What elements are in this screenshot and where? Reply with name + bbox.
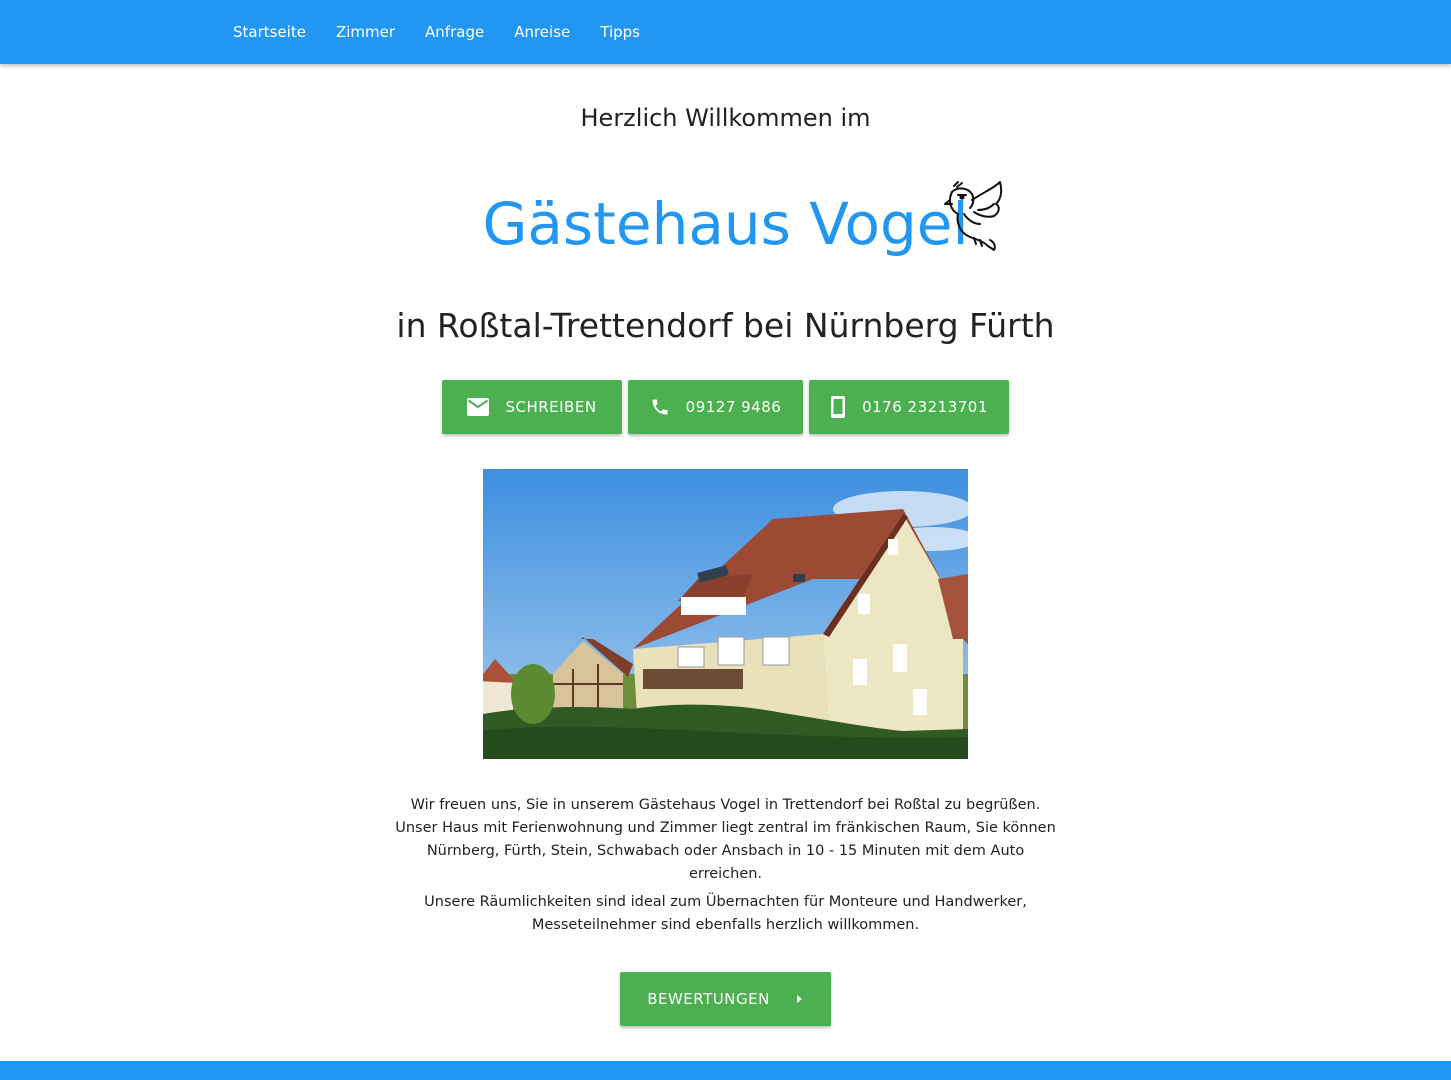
top-navbar: Startseite Zimmer Anfrage Anreise Tipps xyxy=(0,0,1451,64)
reviews-button[interactable]: BEWERTUNGEN xyxy=(620,972,831,1026)
write-email-label: SCHREIBEN xyxy=(505,398,597,416)
nav-item: Zimmer xyxy=(321,0,410,64)
reviews-button-label: BEWERTUNGEN xyxy=(647,990,770,1008)
phone-button[interactable]: 09127 9486 xyxy=(628,380,803,434)
footer-bar xyxy=(0,1061,1451,1080)
nav-item: Startseite xyxy=(218,0,321,64)
mobile-phone-label: 0176 23213701 xyxy=(862,398,988,416)
nav-link-startseite[interactable]: Startseite xyxy=(218,0,321,64)
email-icon xyxy=(467,398,490,416)
brand-title: Gästehaus Vogel xyxy=(0,186,1451,258)
nav-link-anreise[interactable]: Anreise xyxy=(499,0,585,64)
nav-item: Anreise xyxy=(499,0,585,64)
guesthouse-photo xyxy=(483,469,968,759)
bird-logo-icon xyxy=(944,181,1003,251)
mobile-phone-button[interactable]: 0176 23213701 xyxy=(809,380,1009,434)
phone-label: 09127 9486 xyxy=(685,398,782,416)
nav-item: Tipps xyxy=(585,0,655,64)
location-subtitle: in Roßtal-Trettendorf bei Nürnberg Fürth xyxy=(396,306,1055,345)
workers-paragraph: Unsere Räumlichkeiten sind ideal zum Übe… xyxy=(424,894,1027,933)
smartphone-icon xyxy=(831,396,846,418)
nav-link-tipps[interactable]: Tipps xyxy=(585,0,655,64)
nav-menu: Startseite Zimmer Anfrage Anreise Tipps xyxy=(218,0,655,64)
nav-link-anfrage[interactable]: Anfrage xyxy=(410,0,499,64)
nav-link-zimmer[interactable]: Zimmer xyxy=(321,0,410,64)
chevron-right-icon xyxy=(796,995,802,1003)
intro-paragraph: Wir freuen uns, Sie in unserem Gästehaus… xyxy=(395,797,1056,882)
write-email-button[interactable]: SCHREIBEN xyxy=(442,380,622,434)
brand-name: Gästehaus Vogel xyxy=(482,189,969,258)
phone-icon xyxy=(652,399,668,415)
welcome-heading: Herzlich Willkommen im xyxy=(580,104,871,132)
nav-item: Anfrage xyxy=(410,0,499,64)
